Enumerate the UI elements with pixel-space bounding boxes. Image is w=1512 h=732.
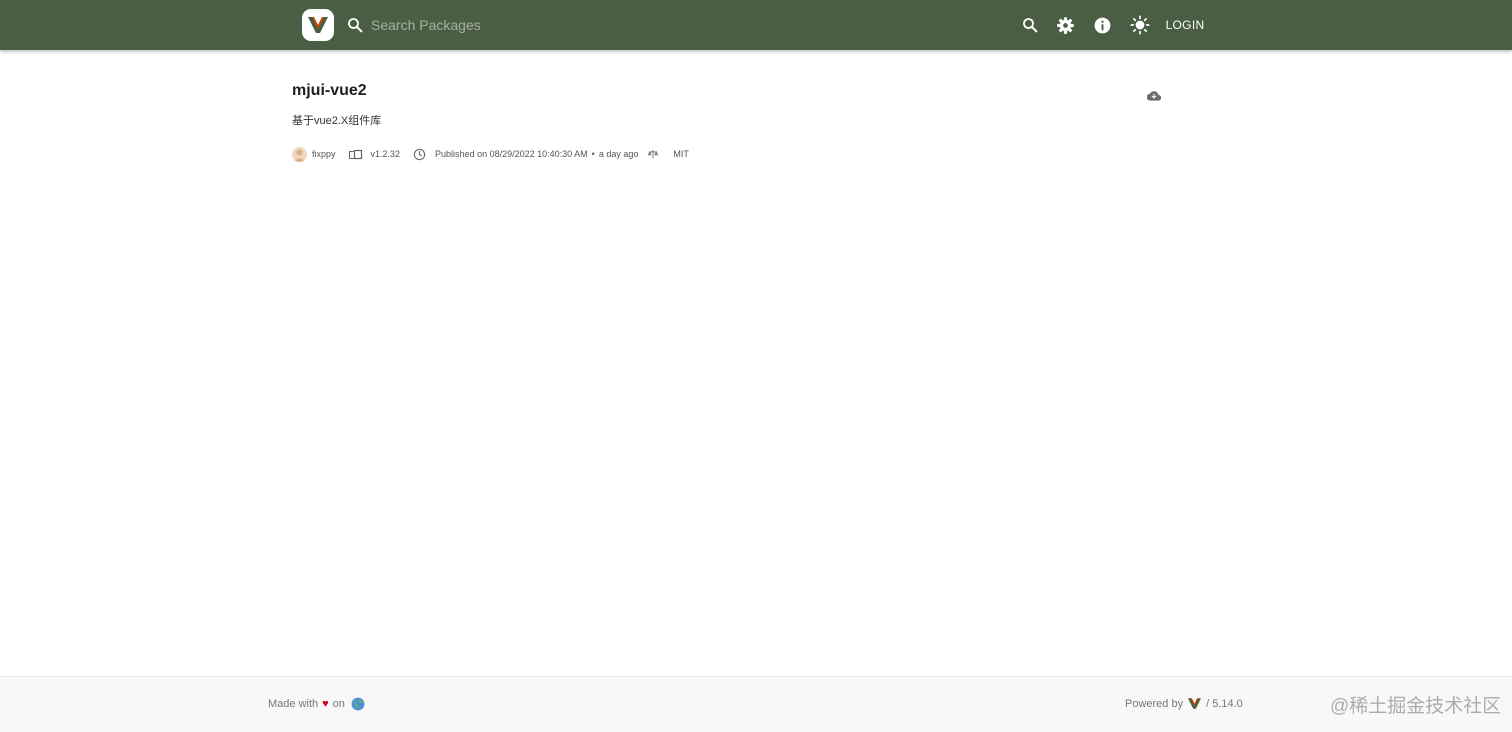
author-avatar (292, 146, 307, 162)
info-icon (1094, 17, 1110, 33)
theme-brightness-icon (1130, 15, 1150, 35)
meta-separator: • (591, 149, 595, 159)
app-version: / 5.14.0 (1206, 697, 1243, 710)
top-app-bar: LOGIN (0, 0, 1512, 50)
published-relative-time: a day ago (598, 149, 639, 159)
search-bar[interactable] (346, 13, 766, 37)
clock-icon (413, 148, 426, 161)
package-metadata: fixppy v1.2.32 Published on 08/29/2022 1… (292, 146, 689, 162)
made-with-text: Made with ♥ on (268, 697, 365, 711)
made-with-label: Made with (268, 698, 319, 710)
package-name: mjui-vue2 (292, 82, 367, 99)
search-input[interactable] (371, 17, 751, 33)
powered-by-label: Powered by (1125, 697, 1184, 710)
search-icon (348, 18, 363, 33)
verdaccio-logo-icon (308, 17, 328, 33)
watermark-text: @稀土掘金技术社区 (1330, 696, 1502, 717)
theme-toggle-button[interactable] (1130, 15, 1150, 35)
settings-button[interactable] (1055, 15, 1075, 35)
cloud-download-icon (1146, 91, 1161, 101)
footer: Made with ♥ on Powered by / 5.14.0 @稀土掘金… (0, 676, 1512, 732)
avatar-icon (293, 149, 306, 162)
search-icon (1023, 18, 1038, 33)
on-label: on (332, 698, 345, 710)
info-button[interactable] (1092, 15, 1112, 35)
package-description: 基于vue2.X组件库 (292, 115, 382, 127)
download-tarball-button[interactable] (1145, 88, 1162, 104)
powered-by-text: Powered by / 5.14.0 (1125, 697, 1243, 710)
globe-icon (351, 697, 365, 711)
published-date: Published on 08/29/2022 10:40:30 AM (435, 149, 588, 159)
gear-icon (1056, 16, 1074, 34)
verdaccio-logo[interactable] (302, 9, 334, 41)
package-license: MIT (673, 149, 689, 159)
search-button[interactable] (1020, 15, 1040, 35)
verdaccio-logo-icon[interactable] (1187, 697, 1202, 710)
version-icon (348, 149, 363, 160)
login-button[interactable]: LOGIN (1160, 16, 1210, 34)
heart-icon: ♥ (322, 698, 329, 710)
package-version: v1.2.32 (370, 149, 401, 159)
license-icon (648, 149, 659, 159)
author-name[interactable]: fixppy (312, 149, 336, 159)
